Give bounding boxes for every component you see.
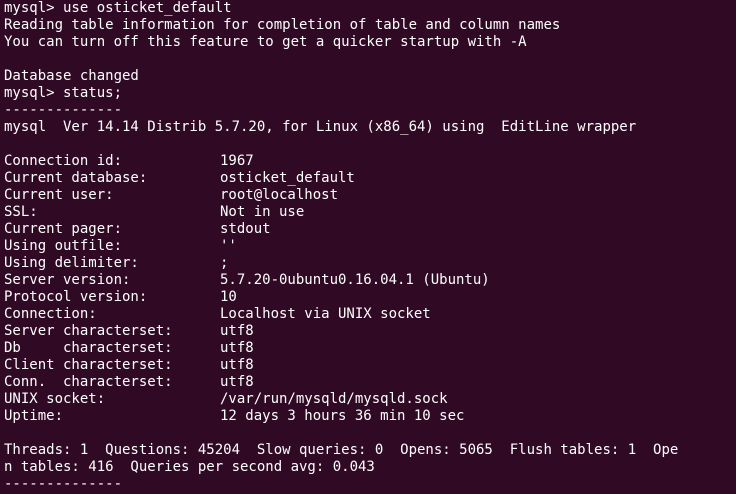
terminal-window[interactable]: mysql> use osticket_default Reading tabl… — [0, 0, 736, 494]
stats-line-1: Threads: 1 Questions: 45204 Slow queries… — [4, 442, 679, 458]
version-line: mysql Ver 14.14 Distrib 5.7.20, for Linu… — [4, 119, 637, 135]
status-value: 12 days 3 hours 36 min 10 sec — [220, 408, 465, 424]
command-line-status: mysql> status; — [4, 85, 123, 101]
status-value: osticket_default — [220, 170, 355, 186]
status-row-server-characterset: Server characterset: utf8 — [4, 323, 736, 340]
command-line-use: mysql> use osticket_default — [4, 0, 232, 16]
status-row-connection: Connection: Localhost via UNIX socket — [4, 306, 736, 323]
status-value: stdout — [220, 221, 271, 237]
status-key: Protocol version: — [4, 289, 148, 305]
status-value: utf8 — [220, 323, 254, 339]
status-key: Current pager: — [4, 221, 123, 237]
status-key: Current database: — [4, 170, 148, 186]
status-row-server-version: Server version: 5.7.20-0ubuntu0.16.04.1 (… — [4, 272, 736, 289]
status-table: Connection id: 1967 Current database: osti… — [4, 153, 736, 425]
status-key: SSL: — [4, 204, 38, 220]
info-line-db-changed: Database changed — [4, 68, 139, 84]
status-key: Db characterset: — [4, 340, 173, 356]
status-value: utf8 — [220, 340, 254, 356]
status-value: 5.7.20-0ubuntu0.16.04.1 (Ubuntu) — [220, 272, 490, 288]
separator-line-top: -------------- — [4, 102, 123, 118]
status-key: Uptime: — [4, 408, 64, 424]
status-value: utf8 — [220, 374, 254, 390]
status-row-uptime: Uptime: 12 days 3 hours 36 min 10 sec — [4, 408, 736, 425]
status-row-using-outfile: Using outfile: '' — [4, 238, 736, 255]
status-key: Server version: — [4, 272, 131, 288]
status-key: Connection id: — [4, 153, 123, 169]
status-value: ; — [220, 255, 229, 271]
stats-line-2: n tables: 416 Queries per second avg: 0.… — [4, 459, 375, 475]
status-key: UNIX socket: — [4, 391, 106, 407]
status-key: Connection: — [4, 306, 97, 322]
status-key: Current user: — [4, 187, 114, 203]
terminal-footer-block: Threads: 1 Questions: 45204 Slow queries… — [4, 425, 736, 493]
status-row-client-characterset: Client characterset: utf8 — [4, 357, 736, 374]
status-row-using-delimiter: Using delimiter:; — [4, 255, 736, 272]
status-row-protocol-version: Protocol version: 10 — [4, 289, 736, 306]
separator-line-bottom: -------------- — [4, 476, 123, 492]
status-value: 10 — [220, 289, 237, 305]
status-value: Localhost via UNIX socket — [220, 306, 431, 322]
status-row-current-pager: Current pager: stdout — [4, 221, 736, 238]
status-value: '' — [220, 238, 237, 254]
info-line-reading: Reading table information for completion… — [4, 17, 561, 33]
status-value: utf8 — [220, 357, 254, 373]
status-row-db-characterset: Db characterset: utf8 — [4, 340, 736, 357]
status-value: root@localhost — [220, 187, 339, 203]
status-row-ssl: SSL: Not in use — [4, 204, 736, 221]
status-value: 1967 — [220, 153, 254, 169]
status-key: Client characterset: — [4, 357, 173, 373]
status-key: Using delimiter: — [4, 255, 139, 271]
status-key: Conn. characterset: — [4, 374, 173, 390]
status-row-current-user: Current user: root@localhost — [4, 187, 736, 204]
terminal-header-block: mysql> use osticket_default Reading tabl… — [4, 0, 736, 153]
status-key: Using outfile: — [4, 238, 123, 254]
status-row-conn-characterset: Conn. characterset: utf8 — [4, 374, 736, 391]
status-value: /var/run/mysqld/mysqld.sock — [220, 391, 448, 407]
status-row-current-database: Current database: osticket_default — [4, 170, 736, 187]
status-row-unix-socket: UNIX socket: /var/run/mysqld/mysqld.sock — [4, 391, 736, 408]
info-line-tip: You can turn off this feature to get a q… — [4, 34, 527, 50]
status-row-connection-id: Connection id: 1967 — [4, 153, 736, 170]
status-key: Server characterset: — [4, 323, 173, 339]
status-value: Not in use — [220, 204, 305, 220]
